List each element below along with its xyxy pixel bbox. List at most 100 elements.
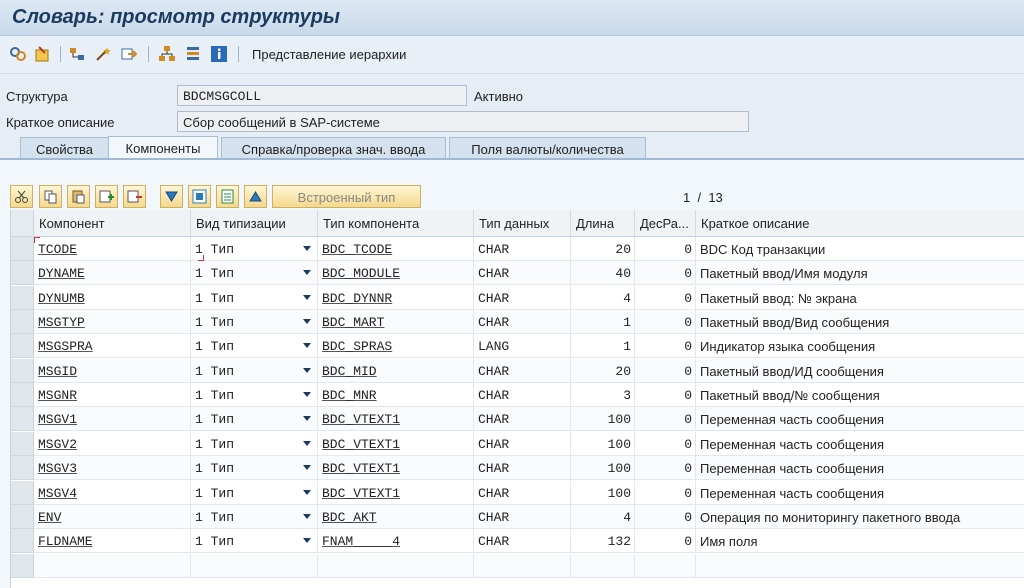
row-selector[interactable] bbox=[11, 383, 34, 408]
description-cell[interactable]: Пакетный ввод/Вид сообщения bbox=[696, 310, 1024, 335]
component-type-cell[interactable]: BDC_VTEXT1 bbox=[318, 407, 474, 432]
description-cell[interactable]: Переменная часть сообщения bbox=[696, 481, 1024, 505]
description-cell[interactable]: Переменная часть сообщения bbox=[696, 407, 1024, 432]
dropdown-arrow-icon[interactable] bbox=[303, 294, 311, 300]
component-cell[interactable]: MSGSPRA bbox=[34, 334, 191, 359]
tab-input-help[interactable]: Справка/проверка знач. ввода bbox=[221, 137, 446, 159]
info-icon[interactable] bbox=[210, 45, 228, 63]
row-selector[interactable] bbox=[11, 431, 34, 456]
typing-cell[interactable]: 1 Тип bbox=[191, 529, 318, 554]
typing-cell[interactable] bbox=[191, 553, 318, 578]
description-cell[interactable]: Пакетный ввод/№ сообщения bbox=[696, 383, 1024, 408]
decimals-cell[interactable]: 0 bbox=[635, 310, 696, 335]
data-element-icon[interactable] bbox=[188, 185, 211, 208]
row-selector[interactable] bbox=[11, 334, 34, 359]
dropdown-arrow-icon[interactable] bbox=[303, 416, 311, 422]
row-selector[interactable] bbox=[11, 553, 34, 578]
dropdown-arrow-icon[interactable] bbox=[303, 343, 311, 349]
data-type-cell[interactable]: CHAR bbox=[474, 529, 571, 554]
paste-icon[interactable] bbox=[67, 185, 90, 208]
data-type-cell[interactable]: CHAR bbox=[474, 504, 571, 529]
component-type-cell[interactable]: BDC_VTEXT1 bbox=[318, 456, 474, 481]
where-used-icon[interactable] bbox=[68, 45, 86, 63]
data-type-cell[interactable]: CHAR bbox=[474, 456, 571, 481]
dropdown-arrow-icon[interactable] bbox=[303, 367, 311, 373]
typing-cell[interactable]: 1 Тип bbox=[191, 431, 318, 456]
description-cell[interactable]: Имя поля bbox=[696, 529, 1024, 554]
row-selector[interactable] bbox=[11, 480, 34, 505]
column-header[interactable]: Тип данных bbox=[474, 210, 571, 237]
data-type-cell[interactable]: CHAR bbox=[474, 480, 571, 505]
decimals-cell[interactable]: 0 bbox=[635, 237, 696, 261]
data-type-cell[interactable]: LANG bbox=[474, 334, 571, 359]
row-selector[interactable] bbox=[11, 358, 34, 383]
component-cell[interactable]: MSGV4 bbox=[34, 480, 191, 505]
table-row[interactable]: MSGV4 1 Тип BDC_VTEXT1 CHAR 100 0 Переменная ч… bbox=[11, 480, 1024, 505]
table-row[interactable]: ENV 1 Тип BDC_AKT CHAR 4 0 Операция по монитор… bbox=[11, 504, 1024, 529]
decimals-cell[interactable]: 0 bbox=[635, 285, 696, 310]
component-type-cell[interactable]: BDC_TCODE bbox=[318, 237, 474, 261]
upload-icon[interactable] bbox=[244, 185, 267, 208]
table-row[interactable]: MSGV3 1 Тип BDC_VTEXT1 CHAR 100 0 Переменная ч… bbox=[11, 456, 1024, 481]
dropdown-arrow-icon[interactable] bbox=[303, 440, 311, 446]
dropdown-arrow-icon[interactable] bbox=[303, 319, 311, 325]
component-type-cell[interactable]: BDC_MODULE bbox=[318, 261, 474, 286]
tab-components[interactable]: Компоненты bbox=[108, 136, 218, 159]
decimals-cell[interactable]: 0 bbox=[635, 261, 696, 286]
typing-cell[interactable]: 1 Тип bbox=[191, 261, 318, 286]
builtin-type-button[interactable]: Встроенный тип bbox=[272, 185, 421, 208]
decimals-cell[interactable]: 0 bbox=[635, 529, 696, 554]
typing-cell[interactable]: 1 Тип bbox=[191, 285, 318, 310]
length-cell[interactable]: 1 bbox=[571, 334, 635, 359]
table-row[interactable]: MSGSPRA 1 Тип BDC_SPRAS LANG 1 0 Индикатор язы… bbox=[11, 334, 1024, 359]
length-cell[interactable]: 1 bbox=[571, 310, 635, 335]
column-header[interactable]: Краткое описание bbox=[696, 210, 1024, 237]
length-cell[interactable]: 100 bbox=[571, 431, 635, 456]
description-cell[interactable] bbox=[696, 554, 1024, 578]
description-cell[interactable]: Переменная часть сообщения bbox=[696, 432, 1024, 456]
table-row[interactable]: DYNUMB 1 Тип BDC_DYNNR CHAR 4 0 Пакетный ввод:… bbox=[11, 285, 1024, 310]
component-type-cell[interactable]: BDC_MNR bbox=[318, 383, 474, 408]
component-type-cell[interactable]: BDC_SPRAS bbox=[318, 334, 474, 359]
dropdown-arrow-icon[interactable] bbox=[303, 489, 311, 495]
length-cell[interactable]: 3 bbox=[571, 383, 635, 408]
table-row[interactable]: MSGNR 1 Тип BDC_MNR CHAR 3 0 Пакетный ввод/№ с… bbox=[11, 383, 1024, 408]
row-selector[interactable] bbox=[11, 529, 34, 554]
table-row[interactable]: MSGTYP 1 Тип BDC_MART CHAR 1 0 Пакетный ввод/В… bbox=[11, 310, 1024, 335]
component-cell[interactable]: MSGNR bbox=[34, 383, 191, 408]
row-selector[interactable] bbox=[11, 261, 34, 286]
typing-cell[interactable]: 1 Тип bbox=[191, 237, 318, 261]
component-cell[interactable]: ENV bbox=[34, 504, 191, 529]
display-change-icon[interactable] bbox=[33, 45, 51, 63]
component-cell[interactable]: MSGV3 bbox=[34, 456, 191, 481]
data-type-cell[interactable] bbox=[474, 553, 571, 578]
length-cell[interactable]: 40 bbox=[571, 261, 635, 286]
navigate-icon[interactable] bbox=[120, 45, 138, 63]
component-type-cell[interactable]: BDC_AKT bbox=[318, 504, 474, 529]
table-row[interactable]: MSGV2 1 Тип BDC_VTEXT1 CHAR 100 0 Переменная ч… bbox=[11, 431, 1024, 456]
decimals-cell[interactable]: 0 bbox=[635, 504, 696, 529]
table-row[interactable]: DYNAME 1 Тип BDC_MODULE CHAR 40 0 Пакетный вво… bbox=[11, 261, 1024, 286]
component-cell[interactable]: DYNUMB bbox=[34, 285, 191, 310]
decimals-cell[interactable]: 0 bbox=[635, 431, 696, 456]
copy-icon[interactable] bbox=[39, 185, 62, 208]
data-type-cell[interactable]: CHAR bbox=[474, 431, 571, 456]
hierarchy-icon[interactable] bbox=[158, 45, 176, 63]
decimals-cell[interactable]: 0 bbox=[635, 334, 696, 359]
component-type-cell[interactable]: FNAM_____4 bbox=[318, 529, 474, 554]
decimals-cell[interactable]: 0 bbox=[635, 456, 696, 481]
length-cell[interactable] bbox=[571, 553, 635, 578]
component-type-cell[interactable]: BDC_MID bbox=[318, 358, 474, 383]
typing-cell[interactable]: 1 Тип bbox=[191, 358, 318, 383]
table-row[interactable]: TCODE 1 Тип BDC_TCODE CHAR 20 0 BDC Код транза… bbox=[11, 237, 1024, 261]
component-type-cell[interactable] bbox=[318, 553, 474, 578]
length-cell[interactable]: 132 bbox=[571, 529, 635, 554]
domain-icon[interactable] bbox=[216, 185, 239, 208]
length-cell[interactable]: 100 bbox=[571, 480, 635, 505]
wand-icon[interactable] bbox=[94, 45, 112, 63]
component-cell[interactable]: MSGV1 bbox=[34, 407, 191, 432]
structure-field[interactable]: BDCMSGCOLL bbox=[177, 85, 467, 106]
row-selector[interactable] bbox=[11, 407, 34, 432]
column-header[interactable]: ДесРа... bbox=[635, 210, 696, 237]
table-row[interactable] bbox=[11, 553, 1024, 578]
